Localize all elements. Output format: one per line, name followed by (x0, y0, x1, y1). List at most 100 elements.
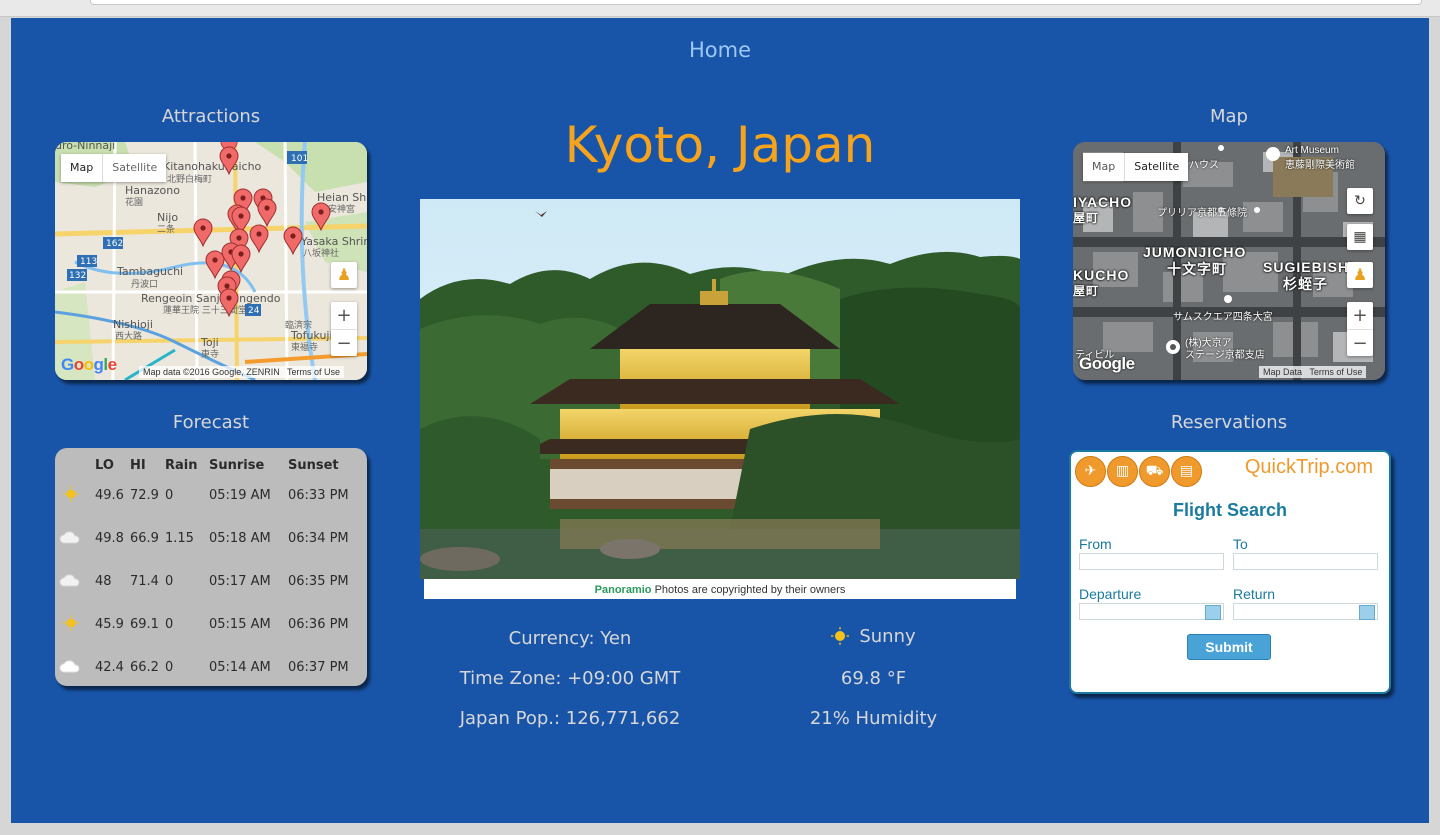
forecast-panel: LO HI Rain Sunrise Sunset 49.6 72.9 0 05:19… (55, 448, 367, 686)
panoramio-logo[interactable]: Panoramio (595, 584, 652, 596)
home-link[interactable]: Home (11, 38, 1429, 62)
timezone-text: Time Zone: +09:00 GMT (459, 668, 681, 689)
forecast-header-icon (55, 456, 95, 474)
svg-text:臨済宗: 臨済宗 (285, 319, 312, 331)
svg-text:24: 24 (248, 306, 260, 316)
svg-text:101: 101 (291, 154, 308, 164)
svg-text:Tambaguchi: Tambaguchi (116, 265, 183, 278)
browser-address-strip (90, 0, 1422, 5)
city-photo[interactable] (420, 199, 1020, 579)
tilt-icon[interactable]: ▦ (1347, 224, 1373, 250)
map-title: Map (1210, 106, 1248, 127)
currency-text: Currency: Yen (508, 628, 632, 649)
cloud-icon (59, 530, 80, 543)
map-view-button[interactable]: Map (1083, 153, 1124, 181)
svg-text:八坂神社: 八坂神社 (303, 247, 339, 259)
attractions-map[interactable]: 101 162 113 132 24 uro-Ninnaji Kitanohak… (55, 142, 367, 380)
forecast-header-rain: Rain (165, 457, 198, 473)
return-input[interactable] (1233, 603, 1378, 620)
forecast-header-row: LO HI Rain Sunrise Sunset (55, 456, 367, 474)
street-view-pegman-icon[interactable]: ♟ (1347, 262, 1373, 288)
sun-icon (63, 614, 79, 631)
svg-text:Heian Shrine: Heian Shrine (317, 191, 367, 204)
reservations-title: Reservations (1170, 412, 1288, 433)
forecast-row: 42.4 66.2 0 05:14 AM 06:37 PM (55, 646, 367, 686)
svg-text:花園: 花園 (125, 196, 143, 208)
forecast-header-lo: LO (95, 457, 114, 473)
satellite-view-button[interactable]: Satellite (102, 154, 166, 182)
from-label: From (1079, 536, 1112, 552)
weather-label: Sunny (859, 626, 916, 647)
return-label: Return (1233, 586, 1276, 602)
sun-icon (63, 485, 79, 502)
reservations-widget: ✈ ▥ ⛟ ▤ QuickTrip.com Flight Search From… (1069, 450, 1391, 694)
svg-text:西大路: 西大路 (115, 330, 142, 342)
browser-top-bar (0, 0, 1440, 17)
satellite-view-button[interactable]: Satellite (1124, 153, 1188, 181)
attractions-map-attribution: Map data ©2016 Google, ZENRIN Terms of U… (139, 366, 345, 378)
svg-text:東寺: 東寺 (201, 348, 219, 360)
flight-search-heading: Flight Search (1172, 500, 1288, 520)
forecast-table: LO HI Rain Sunrise Sunset 49.6 72.9 0 05:19… (55, 456, 367, 686)
attractions-map-type-toggle[interactable]: Map Satellite (61, 154, 167, 182)
svg-text:二条: 二条 (157, 223, 175, 235)
golden-pavilion-image (420, 199, 1020, 579)
forecast-header-sunset: Sunset (288, 457, 339, 473)
satellite-terms-link[interactable]: Terms of Use (1309, 367, 1362, 377)
zoom-in-button[interactable]: + (1347, 302, 1373, 330)
to-input[interactable] (1233, 553, 1378, 570)
cloud-icon (59, 659, 80, 672)
population-text: Japan Pop.: 126,771,662 (459, 708, 681, 729)
from-input[interactable] (1079, 553, 1224, 570)
svg-text:Toji: Toji (200, 336, 219, 349)
forecast-header-sunrise: Sunrise (209, 457, 265, 473)
forecast-row: 49.8 66.9 1.15 05:18 AM 06:34 PM (55, 517, 367, 560)
flight-icon[interactable]: ✈ (1075, 456, 1106, 487)
sun-icon (831, 627, 850, 645)
svg-text:uro-Ninnaji: uro-Ninnaji (55, 142, 115, 152)
forecast-row: 49.6 72.9 0 05:19 AM 06:33 PM (55, 474, 367, 517)
hotel-icon[interactable]: ▥ (1107, 456, 1138, 487)
departure-label: Departure (1079, 586, 1142, 602)
svg-text:113: 113 (80, 257, 97, 267)
weather-condition: Sunny (771, 626, 976, 647)
calendar-icon[interactable] (1205, 605, 1221, 620)
google-logo: Google (1079, 354, 1135, 373)
calendar-icon[interactable] (1359, 605, 1375, 620)
temperature-text: 69.8 °F (840, 668, 907, 689)
package-icon[interactable]: ▤ (1171, 456, 1202, 487)
forecast-row: 45.9 69.1 0 05:15 AM 06:36 PM (55, 603, 367, 646)
svg-text:Nishioji: Nishioji (113, 318, 153, 331)
humidity-text: 21% Humidity (809, 708, 938, 729)
rotate-icon[interactable]: ↻ (1347, 188, 1373, 214)
svg-text:Rengeoin Sanjusangendo: Rengeoin Sanjusangendo (141, 292, 281, 305)
satellite-map-type-toggle[interactable]: Map Satellite (1083, 153, 1189, 181)
cloud-icon (59, 573, 80, 586)
zoom-in-button[interactable]: + (331, 302, 357, 330)
departure-input[interactable] (1079, 603, 1224, 620)
city-title: Kyoto, Japan (564, 116, 876, 174)
street-view-pegman-icon[interactable]: ♟ (331, 262, 357, 288)
attractions-terms-link[interactable]: Terms of Use (287, 367, 340, 377)
satellite-map[interactable]: IYACHO 屋町 JUMONJICHO 十文字町 SUGIEBISHI 杉蛭子… (1073, 142, 1385, 380)
svg-text:Kitanohakubaicho: Kitanohakubaicho (163, 160, 262, 173)
forecast-header-hi: HI (130, 457, 146, 473)
photo-caption: Panoramio Photos are copyrighted by thei… (424, 579, 1016, 599)
svg-text:162: 162 (106, 239, 123, 249)
attractions-zoom-control[interactable]: + − (331, 302, 357, 356)
satellite-zoom-control[interactable]: + − (1347, 302, 1373, 356)
zoom-out-button[interactable]: − (331, 330, 357, 357)
svg-text:丹波口: 丹波口 (131, 278, 158, 290)
car-icon[interactable]: ⛟ (1139, 456, 1170, 487)
svg-text:Yasaka Shrine: Yasaka Shrine (300, 235, 367, 248)
forecast-row: 48 71.4 0 05:17 AM 06:35 PM (55, 560, 367, 603)
svg-text:東福寺: 東福寺 (291, 341, 318, 353)
zoom-out-button[interactable]: − (1347, 330, 1373, 357)
map-view-button[interactable]: Map (61, 154, 102, 182)
forecast-title: Forecast (172, 412, 250, 433)
page: Home Attractions 101 162 113 132 24 uro-… (11, 18, 1429, 823)
submit-button[interactable]: Submit (1187, 634, 1271, 660)
svg-text:Nijo: Nijo (157, 211, 178, 224)
satellite-map-attribution: Map Data Terms of Use (1259, 366, 1367, 378)
to-label: To (1233, 536, 1248, 552)
